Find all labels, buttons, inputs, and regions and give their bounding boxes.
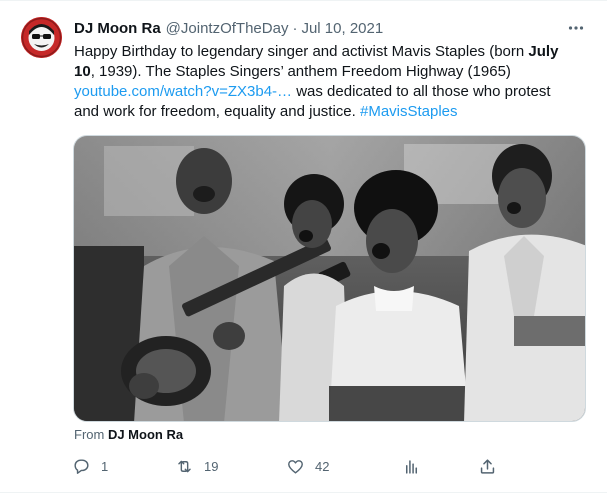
tweet-text-bold: July	[528, 43, 559, 60]
tweet-text-bold: 10	[74, 63, 91, 80]
hashtag-link[interactable]: #MavisStaples	[360, 103, 458, 120]
retweet-count: 19	[204, 458, 219, 474]
reply-count: 1	[101, 458, 109, 474]
tweet-actions-bar: 1 19 42	[68, 453, 518, 479]
tweet-text: Happy Birthday to legendary singer and a…	[74, 42, 590, 122]
attribution-source[interactable]: DJ Moon Ra	[108, 427, 183, 442]
like-button[interactable]: 42	[286, 453, 329, 479]
tweet-date[interactable]: Jul 10, 2021	[301, 20, 383, 37]
tweet-text-line-2: 10, 1939). The Staples Singers’ anthem F…	[74, 62, 590, 82]
tweet-text-line-4: and work for freedom, equality and justi…	[74, 102, 590, 122]
heart-icon	[288, 459, 303, 474]
like-count: 42	[315, 458, 330, 474]
media-attribution: From DJ Moon Ra	[74, 427, 183, 442]
analytics-bars-icon	[405, 459, 418, 474]
share-button[interactable]	[478, 453, 497, 479]
share-upload-icon	[480, 458, 495, 474]
tweet-header: DJ Moon Ra @JointzOfTheDay · Jul 10, 202…	[74, 18, 383, 38]
attribution-prefix: From	[74, 427, 108, 442]
author-avatar[interactable]	[21, 17, 62, 58]
author-handle[interactable]: @JointzOfTheDay	[166, 20, 289, 37]
tweet-text-line-1: Happy Birthday to legendary singer and a…	[74, 42, 590, 62]
reply-button[interactable]: 1	[72, 453, 108, 479]
tweet-text-segment: , 1939). The Staples Singers’ anthem Fre…	[90, 63, 511, 80]
more-options-button[interactable]	[563, 15, 589, 41]
retweet-icon	[178, 460, 191, 472]
tweet-text-segment: was dedicated to all those who protest	[292, 83, 551, 100]
more-dots-icon	[568, 26, 584, 30]
tweet-text-segment: Happy Birthday to legendary singer and a…	[74, 43, 529, 60]
view-analytics-button[interactable]	[402, 453, 421, 479]
retweet-button[interactable]: 19	[175, 453, 218, 479]
author-name[interactable]: DJ Moon Ra	[74, 20, 161, 37]
avatar-illustration-icon	[21, 17, 62, 58]
tweet-photo[interactable]	[73, 135, 586, 422]
header-separator: ·	[292, 19, 298, 37]
staples-singers-photo	[74, 136, 585, 421]
tweet-text-segment: and work for freedom, equality and justi…	[74, 103, 360, 120]
reply-bubble-icon	[74, 458, 89, 474]
youtube-link[interactable]: youtube.com/watch?v=ZX3b4-…	[74, 83, 292, 100]
tweet-card[interactable]: DJ Moon Ra @JointzOfTheDay · Jul 10, 202…	[0, 0, 607, 493]
tweet-text-line-3: youtube.com/watch?v=ZX3b4-… was dedicate…	[74, 82, 590, 102]
